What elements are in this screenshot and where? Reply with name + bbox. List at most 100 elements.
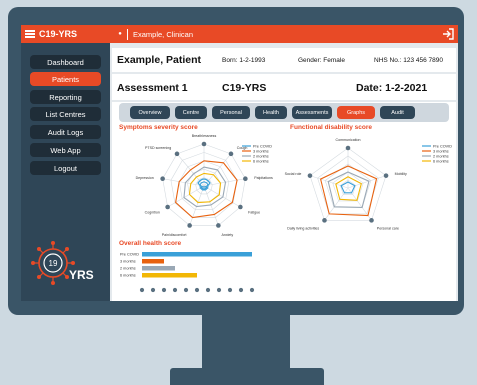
legend-label: 6 months — [253, 160, 269, 164]
assessment-header: Assessment 1 C19-YRS Date: 1-2-2021 — [112, 74, 456, 100]
radar-series-line — [319, 165, 378, 217]
nav-web-app[interactable]: Web App — [30, 143, 101, 157]
user-icon: ● — [113, 28, 128, 40]
radar-axis-label: Breathlessness — [192, 134, 217, 138]
assessment-label: Assessment 1 — [117, 82, 188, 94]
main-content: Example, Patient Born: 1-2-1993 Gender: … — [110, 43, 458, 301]
radar-axis-label: Communication — [336, 138, 361, 142]
top-bar: ● Example, Clinican — [110, 25, 458, 43]
nav-logout[interactable]: Logout — [30, 161, 101, 175]
radar-axis-label: Daily living activities — [287, 227, 319, 231]
radar-axis-label: Mobility — [395, 172, 407, 176]
axis-tick-marker — [194, 287, 200, 293]
radar-axis-marker[interactable] — [322, 218, 327, 223]
legend-label: 6 months — [433, 160, 449, 164]
axis-tick-marker — [205, 287, 211, 293]
functional-chart-title: Functional disability score — [290, 124, 372, 131]
radar-axis-label: Fatigue — [248, 211, 260, 215]
axis-tick-marker — [172, 287, 178, 293]
bar — [142, 273, 197, 278]
radar-axis-label: Pain/discomfort — [162, 233, 187, 237]
user-name: Example, Clinican — [133, 29, 194, 39]
patient-born: Born: 1-2-1993 — [222, 57, 266, 64]
graphs-panel: Overview Centre Personal Health Assessme… — [112, 102, 456, 301]
tab-bar: Overview Centre Personal Health Assessme… — [119, 103, 449, 122]
monitor-base — [170, 368, 324, 385]
radar-axis-marker[interactable] — [369, 218, 374, 223]
axis-tick-marker — [238, 287, 244, 293]
bar-category-label: Pre COVID — [120, 253, 139, 257]
bar — [142, 266, 175, 271]
tab-audit[interactable]: Audit — [380, 106, 415, 119]
nav-audit-logs[interactable]: Audit Logs — [30, 125, 101, 139]
symptoms-chart-title: Symptoms severity score — [119, 124, 198, 131]
axis-tick-marker — [216, 287, 222, 293]
radar-axis-marker[interactable] — [187, 223, 192, 228]
radar-axis-marker[interactable] — [307, 173, 313, 178]
sidebar-header: C19-YRS — [21, 25, 110, 43]
axis-tick-marker — [227, 287, 233, 293]
patient-gender: Gender: Female — [298, 57, 345, 64]
legend-label: 3 months — [253, 150, 269, 154]
nav-reporting[interactable]: Reporting — [30, 90, 101, 104]
radar-axis-label: Social role — [285, 172, 302, 176]
overall-health-bar-chart: Pre COVID 3 months 2 months 6 months — [120, 252, 255, 293]
radar-axis-marker[interactable] — [345, 145, 351, 151]
radar-axis-marker[interactable] — [216, 223, 221, 228]
tab-overview[interactable]: Overview — [130, 106, 170, 119]
assessment-date: Date: 1-2-2021 — [356, 82, 428, 94]
bar-category-label: 3 months — [120, 260, 136, 264]
legend-label: 3 months — [433, 150, 449, 154]
sidebar: C19-YRS Dashboard Patients Reporting Lis… — [21, 25, 110, 301]
radar-axis-marker[interactable] — [238, 204, 243, 210]
tab-graphs[interactable]: Graphs — [337, 106, 375, 119]
radar-axis-label: PTSD screening — [145, 146, 171, 150]
radar-axis-marker[interactable] — [165, 204, 170, 210]
patient-name: Example, Patient — [117, 54, 202, 66]
legend-label: 2 months — [253, 155, 269, 159]
hamburger-menu-icon[interactable] — [25, 30, 35, 38]
radar-axis-marker[interactable] — [228, 151, 234, 157]
patient-header: Example, Patient Born: 1-2-1993 Gender: … — [112, 48, 456, 72]
exit-icon[interactable] — [442, 28, 454, 40]
bar — [142, 252, 252, 257]
radar-axis-line — [167, 185, 205, 208]
tab-centre[interactable]: Centre — [175, 106, 207, 119]
axis-tick-marker — [150, 287, 156, 293]
app-screen: C19-YRS Dashboard Patients Reporting Lis… — [21, 25, 458, 301]
nav-dashboard[interactable]: Dashboard — [30, 55, 101, 69]
logo-text: YRS — [69, 268, 94, 282]
radar-axis-marker[interactable] — [243, 176, 248, 182]
legend-label: Pre COVID — [253, 145, 272, 149]
bar-category-label: 6 months — [120, 274, 136, 278]
legend-label: 2 months — [433, 155, 449, 159]
radar-axis-marker[interactable] — [383, 173, 389, 178]
patient-nhs: NHS No.: 123 456 7890 — [374, 57, 444, 64]
axis-tick-marker — [183, 287, 189, 293]
tab-personal[interactable]: Personal — [212, 106, 250, 119]
radar-axis-label: Cognition — [145, 211, 160, 215]
axis-tick-marker — [139, 287, 145, 293]
radar-axis-marker[interactable] — [174, 151, 180, 157]
axis-tick-marker — [249, 287, 255, 293]
nav-list-centres[interactable]: List Centres — [30, 107, 101, 121]
symptoms-radar-chart: BreathlessnessCoughPalpitationsFatigueAn… — [136, 134, 273, 237]
radar-axis-label: Palpitations — [254, 176, 273, 180]
radar-axis-label: Anxiety — [221, 233, 233, 237]
bar — [142, 259, 164, 264]
radar-axis-label: Depression — [136, 176, 154, 180]
radar-axis-label: Personal care — [377, 227, 399, 231]
logo-number: 19 — [49, 259, 58, 268]
tab-assessments[interactable]: Assessments — [292, 106, 332, 119]
axis-tick-marker — [161, 287, 167, 293]
legend-label: Pre COVID — [433, 145, 452, 149]
radar-axis-marker[interactable] — [201, 141, 207, 147]
radar-axis-marker[interactable] — [160, 176, 165, 182]
overall-chart-title: Overall health score — [119, 240, 182, 247]
bar-category-label: 2 months — [120, 267, 136, 271]
nav-patients[interactable]: Patients — [30, 72, 101, 86]
tab-health[interactable]: Health — [255, 106, 287, 119]
monitor-neck — [202, 315, 290, 370]
assessment-scale: C19-YRS — [222, 82, 267, 94]
functional-radar-chart: Communication Mobility Personal care Daily … — [285, 138, 453, 231]
